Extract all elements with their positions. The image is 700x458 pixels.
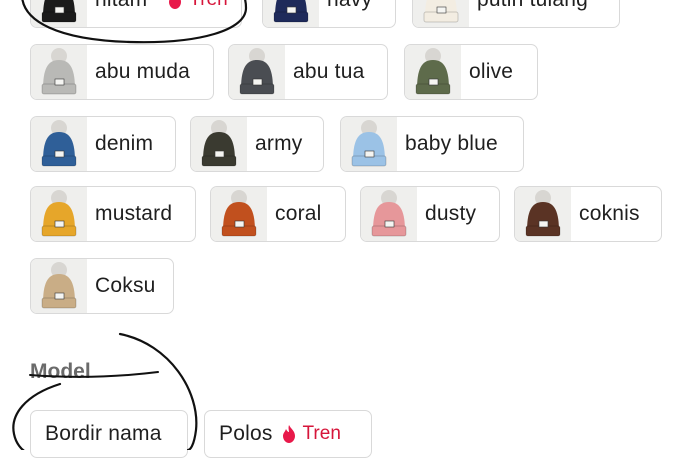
variant-chip-coknis[interactable]: coknis — [514, 186, 662, 242]
variant-chip-navy[interactable]: navy — [262, 0, 396, 28]
variant-chip-baby-blue[interactable]: baby blue — [340, 116, 524, 172]
beanie-thumbnail — [405, 45, 461, 99]
flame-icon — [282, 425, 295, 443]
variant-chip-abu-muda[interactable]: abu muda — [30, 44, 214, 100]
trending-badge: Tren — [167, 0, 228, 11]
beanie-thumbnail — [31, 45, 87, 99]
beanie-thumbnail — [31, 187, 87, 241]
beanie-thumbnail — [31, 117, 87, 171]
beanie-thumbnail — [191, 117, 247, 171]
variant-chip-denim[interactable]: denim — [30, 116, 176, 172]
model-section-title: Model — [30, 360, 91, 383]
variant-label: olive — [469, 60, 514, 83]
variant-label: denim — [95, 132, 154, 155]
variant-chip-coral[interactable]: coral — [210, 186, 346, 242]
beanie-thumbnail — [229, 45, 285, 99]
beanie-thumbnail — [341, 117, 397, 171]
variant-label: abu muda — [95, 60, 191, 83]
beanie-thumbnail — [413, 0, 469, 27]
beanie-thumbnail — [211, 187, 267, 241]
variant-chip-hitam[interactable]: hitam Tren — [30, 0, 242, 28]
variant-label: baby blue — [405, 132, 498, 155]
variant-label: coknis — [579, 202, 640, 225]
variant-label: hitam — [87, 0, 161, 12]
variant-chip-abu-tua[interactable]: abu tua — [228, 44, 388, 100]
model-option-polos[interactable]: Polos Tren — [204, 410, 372, 458]
trending-label: Tren — [302, 423, 341, 444]
variant-label: mustard — [95, 202, 173, 225]
beanie-thumbnail — [263, 0, 319, 27]
variant-chip-army[interactable]: army — [190, 116, 324, 172]
model-option-label: Polos — [219, 422, 273, 445]
variant-label: navy — [319, 0, 386, 12]
trending-label: Tren — [189, 0, 227, 11]
variant-chip-olive[interactable]: olive — [404, 44, 538, 100]
flame-icon — [169, 0, 182, 9]
variant-label: abu tua — [293, 60, 365, 83]
variant-label: dusty — [425, 202, 477, 225]
trending-badge: Tren — [281, 423, 341, 445]
variant-label: putih tulang — [469, 0, 602, 12]
beanie-thumbnail — [31, 259, 87, 313]
variant-chip-mustard[interactable]: mustard — [30, 186, 196, 242]
variant-label: Coksu — [95, 274, 156, 297]
variant-chip-coksu[interactable]: Coksu — [30, 258, 174, 314]
variant-chip-putih-tulang[interactable]: putih tulang — [412, 0, 620, 28]
variant-chip-dusty[interactable]: dusty — [360, 186, 500, 242]
model-option-label: Bordir nama — [45, 422, 162, 445]
beanie-thumbnail — [31, 0, 87, 27]
variant-label: army — [255, 132, 303, 155]
model-option-bordir-nama[interactable]: Bordir nama — [30, 410, 188, 458]
variant-label: coral — [275, 202, 322, 225]
beanie-thumbnail — [361, 187, 417, 241]
beanie-thumbnail — [515, 187, 571, 241]
